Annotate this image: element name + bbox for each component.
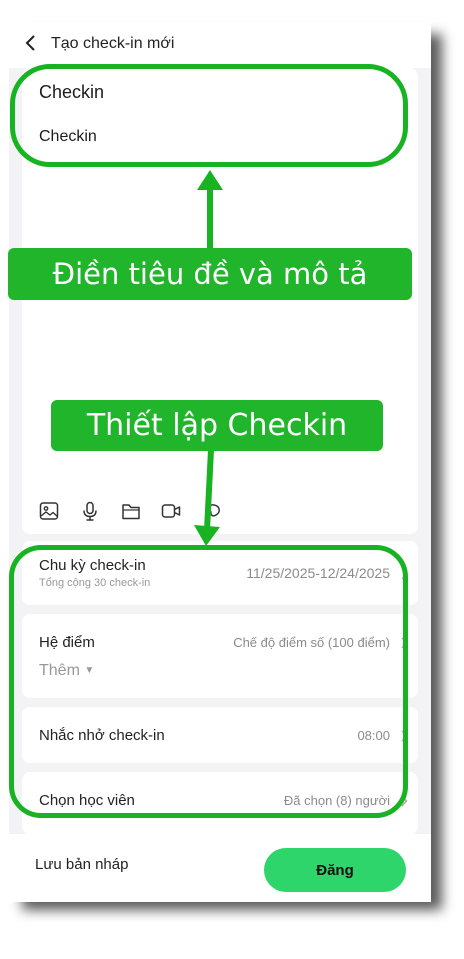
annotation-setup-checkin: Thiết lập Checkin xyxy=(51,400,383,451)
annotation-arrows xyxy=(194,170,223,546)
annotation-fill-title-desc: Điền tiêu đề và mô tả xyxy=(8,248,412,300)
